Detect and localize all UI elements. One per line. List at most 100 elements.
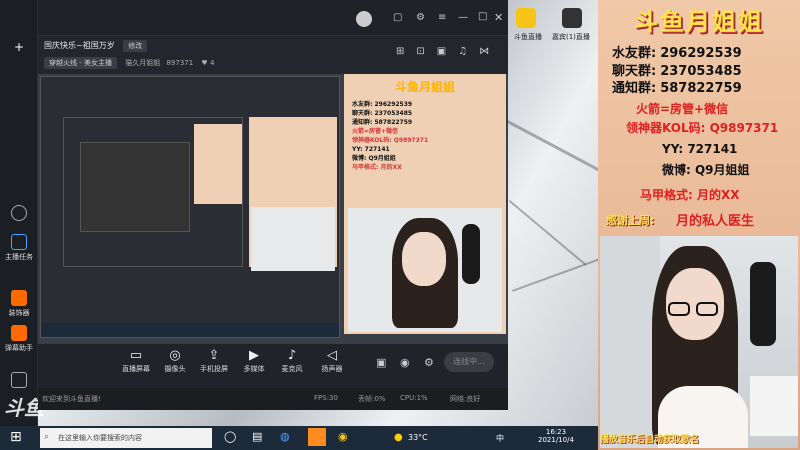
guest-app-icon[interactable]: [562, 8, 582, 28]
go-live-button[interactable]: 连线中...: [444, 352, 494, 372]
status-bar: 欢迎来到斗鱼直播! FPS:30 丢帧:0% CPU:1% 网络:良好: [38, 388, 508, 410]
record-icon[interactable]: ▣: [376, 356, 386, 369]
skin-icon[interactable]: ▢: [393, 12, 402, 23]
camera-icon: ◎: [169, 348, 181, 363]
banner-capture-title: 斗鱼月姐姐: [394, 80, 455, 94]
panel-line-3: 通知群: 587822759: [612, 81, 742, 96]
panel-weibo: 微博: Q9月姐姐: [662, 163, 750, 177]
share-icon[interactable]: ⋈: [479, 46, 501, 57]
nested-cam: [251, 207, 335, 271]
car-icon[interactable]: [2, 372, 36, 390]
sidebar-item-label: 弹幕助手: [5, 344, 33, 352]
panel-yy: YY: 727141: [662, 142, 738, 156]
media-button[interactable]: ▶ 多媒体: [234, 348, 274, 374]
app-label-2: 嘉宾(1)直播: [552, 33, 590, 41]
close-icon[interactable]: ✕: [494, 11, 503, 24]
glasses-right: [696, 302, 718, 316]
screen-button[interactable]: ▭ 直播屏幕: [116, 348, 156, 374]
danmu-icon: [11, 325, 27, 341]
nested-capture-3: [80, 142, 190, 232]
lock-icon[interactable]: ⊡: [416, 46, 436, 57]
taskbar-search[interactable]: 在这里输入你要搜索的内容: [40, 428, 212, 448]
edit-title-button[interactable]: 修改: [123, 40, 148, 52]
settings-icon[interactable]: ⚙: [416, 12, 425, 23]
like-count: 4: [209, 59, 215, 67]
task-view-icon[interactable]: ◯: [224, 430, 236, 443]
camera-button[interactable]: ◎ 摄像头: [155, 348, 195, 374]
taskbar-clock[interactable]: 16:23 2021/10/4: [538, 428, 574, 444]
status-cpu: CPU:1%: [400, 394, 428, 402]
status-drop: 丢帧:0%: [358, 395, 386, 403]
mic-icon: ♪: [287, 348, 297, 363]
toolbar-icons: ⊞⊡▣♫⋈: [396, 46, 506, 57]
panel-thanks-value: 月的私人医生: [676, 214, 755, 229]
panel-kol: 领神器KOL码: Q9897371: [626, 121, 779, 135]
sidebar-item-danmu[interactable]: 弹幕助手: [2, 325, 36, 353]
nested-capture-2: [63, 117, 243, 267]
avatar[interactable]: [356, 11, 372, 27]
add-scene-icon[interactable]: ⊞: [396, 46, 416, 57]
bell-icon[interactable]: ♫: [458, 46, 479, 57]
room-title-row: 国庆快乐~祖国万岁 修改: [44, 40, 148, 52]
category-tag[interactable]: 穿越火线 - 美女主播: [44, 57, 117, 69]
media-icon: ▶: [249, 348, 259, 363]
decor-icon: [11, 290, 27, 306]
control-bar: ▭ 直播屏幕 ◎ 摄像头 ⇪ 手机投屏 ▶ 多媒体 ♪ 麦克风 ◁ 扬声器 ▣ ◉ ⚙: [38, 344, 508, 388]
title-bar: ▢ ⚙ ≡ — □ ✕: [38, 0, 508, 36]
minimize-icon[interactable]: —: [458, 12, 468, 23]
status-fps: FPS:30: [314, 394, 338, 402]
screen-icon: ▭: [129, 348, 143, 363]
sidebar-item-task[interactable]: 主播任务: [2, 234, 36, 262]
speaker-icon: ◁: [327, 348, 337, 363]
room-id: 897371: [166, 59, 194, 67]
app-label-1: 斗鱼直播: [514, 33, 542, 41]
panel-line-1: 水友群: 296292539: [612, 46, 742, 61]
room-info: 穿越火线 - 美女主播 猫久月姐姐 897371 ♥ 4: [44, 57, 214, 69]
status-network: 网络:良好: [450, 395, 481, 403]
input-lang[interactable]: 中: [496, 433, 504, 444]
music-marquee: 播放音乐后自动获取歌名: [600, 435, 700, 445]
room-title: 国庆快乐~祖国万岁: [44, 41, 115, 50]
nested-capture-1: [40, 76, 340, 338]
mic-button[interactable]: ♪ 麦克风: [272, 348, 312, 374]
banner-capture: 斗鱼月姐姐 水友群: 296292539 聊天群: 237053485 通知群:…: [344, 74, 506, 334]
windows-start-icon[interactable]: ⊞: [10, 429, 22, 445]
sidebar-item-decor[interactable]: 装饰器: [2, 290, 36, 318]
nested-taskbar: [41, 323, 339, 337]
taskbar-app-3[interactable]: ◉: [338, 430, 348, 443]
collapse-icon[interactable]: [2, 205, 36, 223]
sidebar-item-label: 装饰器: [8, 309, 30, 317]
panel-format: 马甲格式: 月的XX: [640, 188, 740, 202]
phone-cast-icon: ⇪: [208, 348, 220, 363]
nested-banner-small: [194, 124, 242, 204]
owner-name: 猫久月姐姐: [125, 59, 161, 67]
microphone: [750, 262, 776, 346]
status-message: 欢迎来到斗鱼直播!: [42, 395, 101, 403]
add-icon[interactable]: +: [2, 40, 36, 54]
left-sidebar: + 主播任务 装饰器 弹幕助手: [0, 0, 38, 450]
douyu-app-icon[interactable]: [516, 8, 536, 28]
panel-thanks-label: 感谢上周:: [606, 214, 655, 227]
speaker-button[interactable]: ◁ 扬声器: [312, 348, 352, 374]
weather-icon: ●: [394, 432, 403, 443]
banner-capture-cam: [348, 208, 502, 332]
maximize-icon[interactable]: □: [478, 11, 487, 22]
phone-cast-button[interactable]: ⇪ 手机投屏: [194, 348, 234, 374]
window-icon[interactable]: ▣: [437, 46, 458, 57]
stream-preview: 斗鱼月姐姐 水友群: 296292539 聊天群: 237053485 通知群:…: [38, 74, 508, 344]
task-icon: [11, 234, 27, 250]
eye-icon[interactable]: ◉: [400, 356, 410, 369]
glasses-left: [668, 302, 690, 316]
taskbar-app-2[interactable]: [308, 428, 326, 446]
weather-temp: 33°C: [408, 433, 428, 442]
menu-icon[interactable]: ≡: [438, 12, 446, 23]
taskbar-app-1[interactable]: ▤: [252, 430, 262, 443]
panel-title: 斗鱼月姐姐: [634, 8, 764, 36]
banner-capture-lines: 水友群: 296292539 聊天群: 237053485 通知群: 58782…: [352, 101, 429, 171]
search-icon: ⌕: [44, 432, 50, 442]
gear-icon[interactable]: ⚙: [424, 356, 434, 369]
like-icon: ♥: [201, 59, 208, 67]
panel-rocket: 火箭=房管+微信: [636, 102, 729, 116]
edge-icon[interactable]: ◍: [280, 430, 290, 443]
sidebar-item-label: 主播任务: [5, 253, 33, 261]
